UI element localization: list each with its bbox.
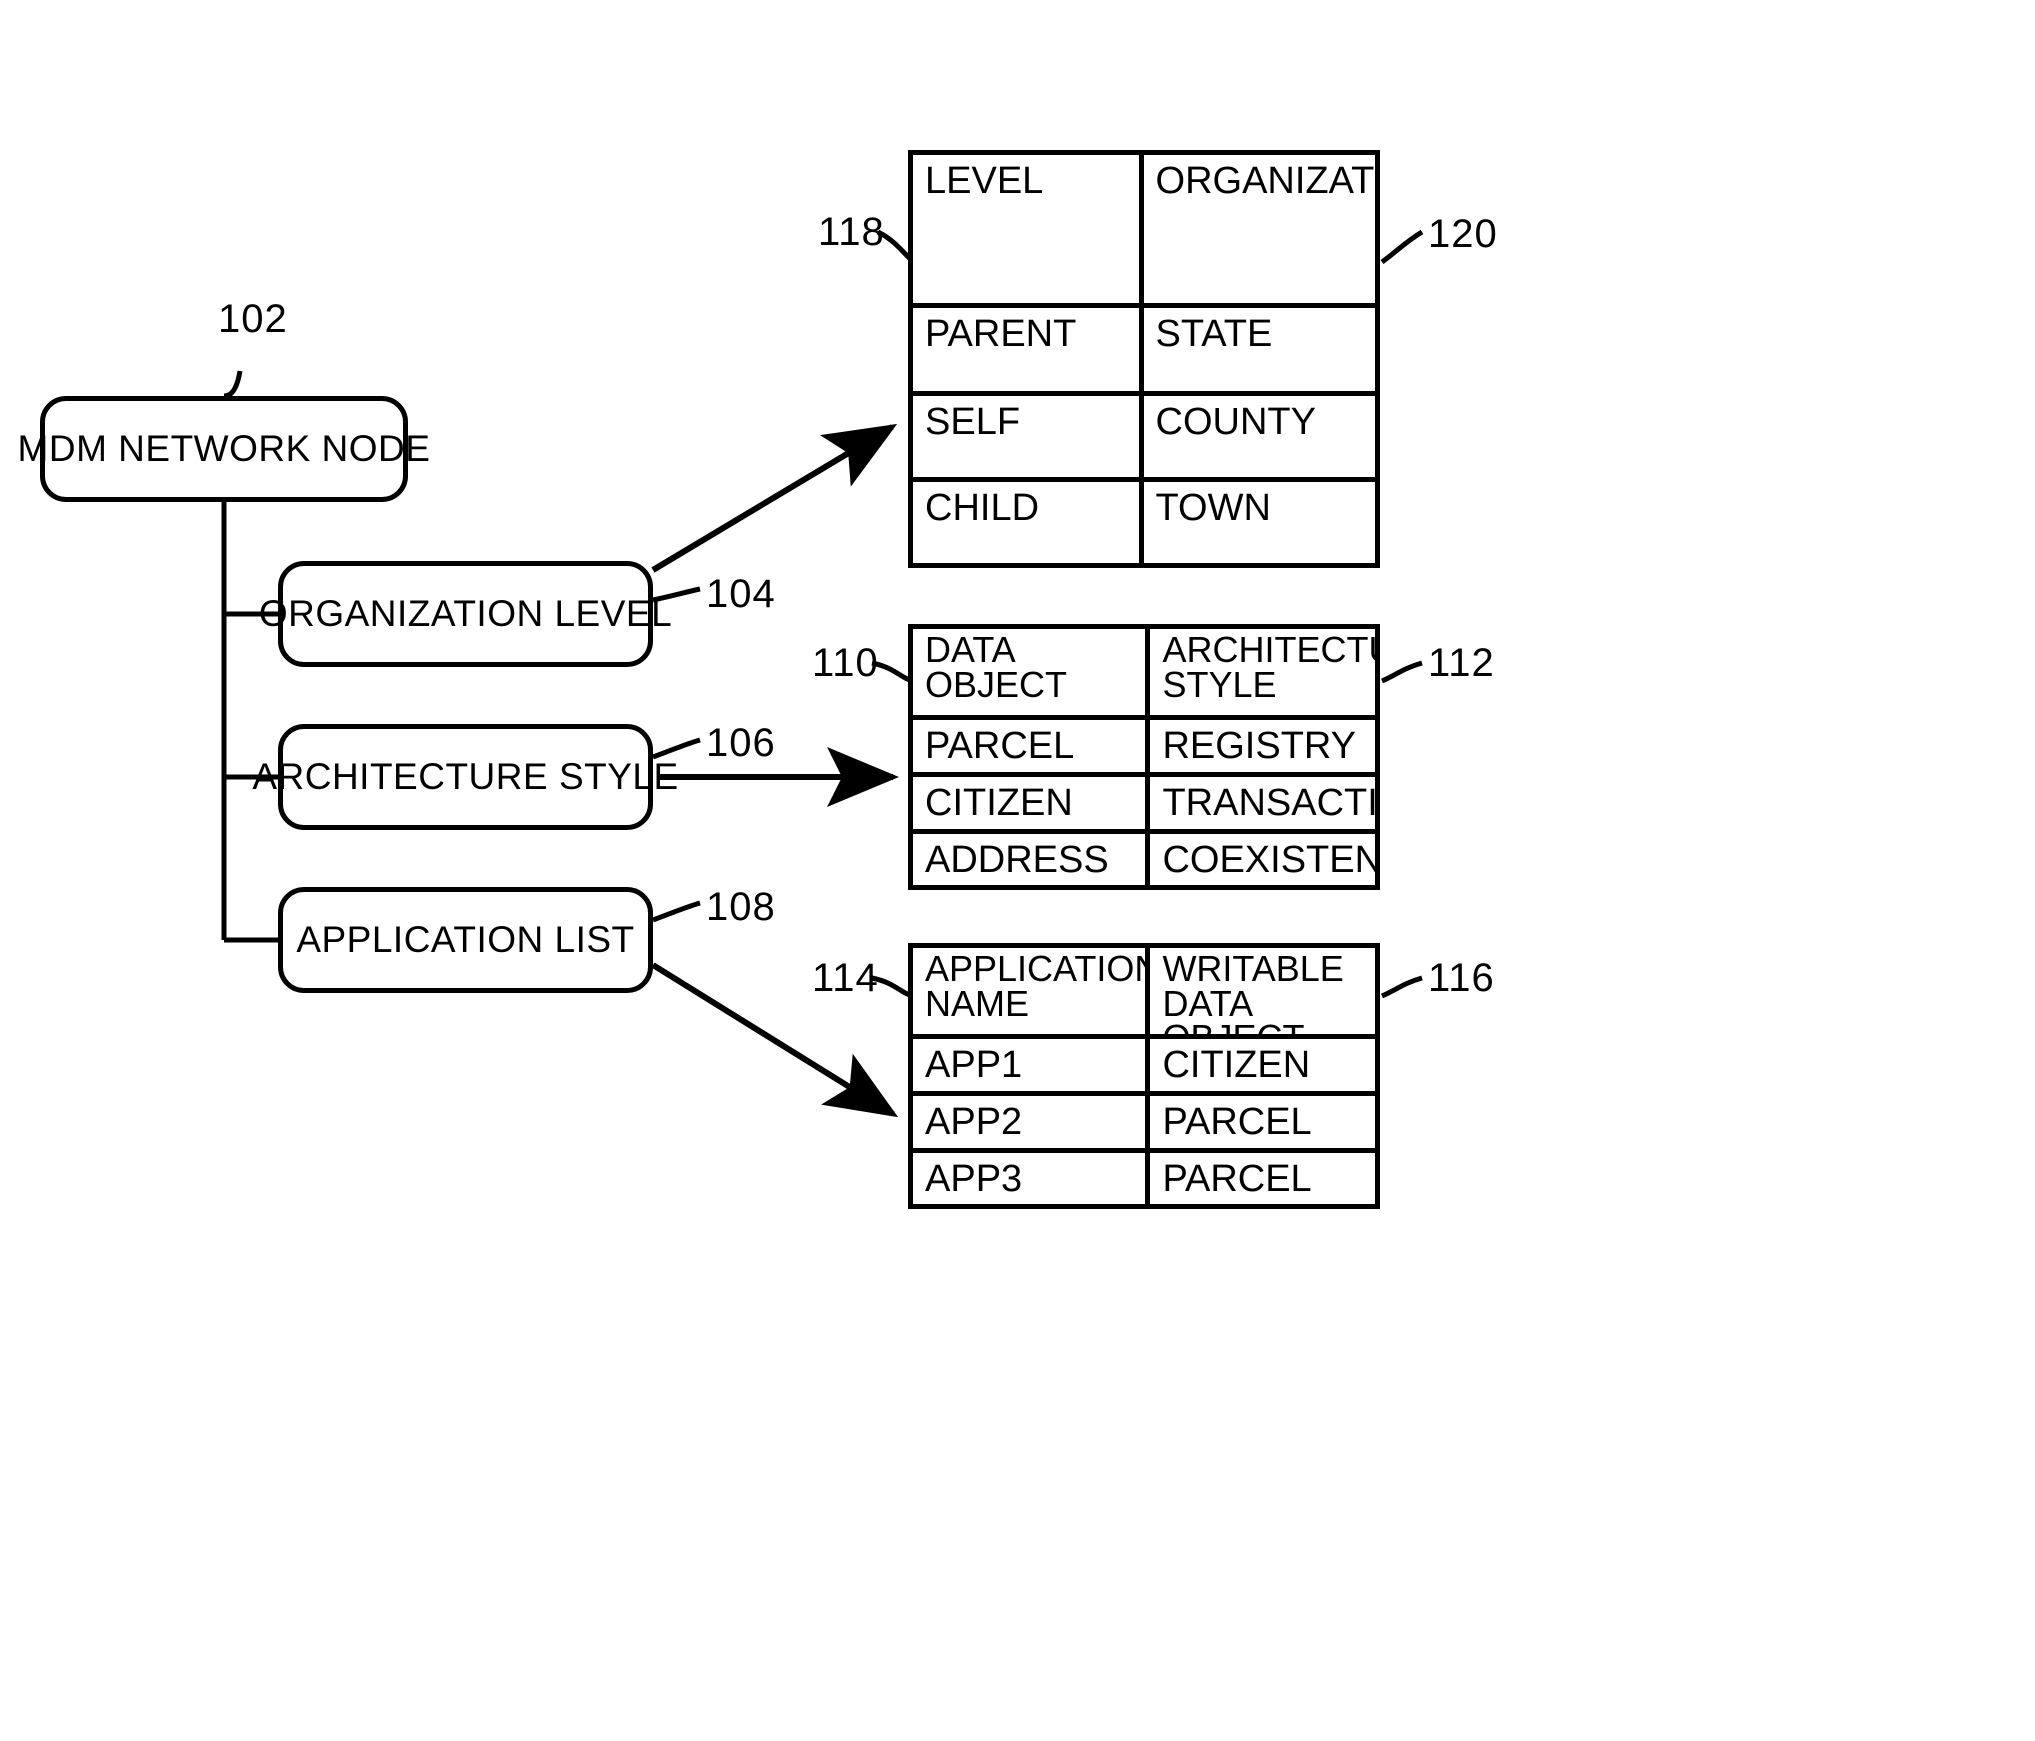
application-list-table: APPLICATION NAME WRITABLE DATA OBJECT LI…: [908, 943, 1380, 1209]
column-header-writable-data-object-list: WRITABLE DATA OBJECT LIST: [1162, 948, 1344, 1034]
reference-numeral-116: 116: [1428, 956, 1495, 1000]
cell-data-object: CITIZEN: [913, 777, 1151, 829]
cell-architecture-style: COEXISTENCE: [1162, 839, 1375, 881]
reference-numeral-104: 104: [706, 572, 776, 616]
node-mdm-network-node[interactable]: MDM NETWORK NODE: [18, 396, 430, 502]
patent-figure-canvas: MDM NETWORK NODE ORGANIZATION LEVEL ARCH…: [0, 0, 2035, 1741]
table-header-row: DATA OBJECT ARCHITECTURE STYLE: [913, 629, 1375, 715]
node-label: ARCHITECTURE STYLE: [252, 755, 679, 797]
node-label: ORGANIZATION LEVEL: [258, 592, 673, 634]
leader-106: [652, 737, 701, 760]
tree-trunk: [221, 502, 278, 943]
reference-numeral-112: 112: [1428, 641, 1495, 685]
node-label: MDM NETWORK NODE: [17, 427, 431, 469]
node-label: APPLICATION LIST: [296, 918, 635, 960]
cell-application-name: APP2: [913, 1096, 1151, 1148]
leader-116: [1381, 975, 1423, 999]
leader-120: [1380, 229, 1424, 265]
node-architecture-style[interactable]: ARCHITECTURE STYLE: [252, 724, 678, 830]
table-row: SELF COUNTY: [913, 391, 1375, 477]
cell-organization: STATE: [1155, 313, 1273, 355]
table-row: APP2 PARCEL: [913, 1091, 1375, 1148]
column-header-organization: ORGANIZATION: [1155, 160, 1375, 202]
table-row: APP3 PARCEL: [913, 1148, 1375, 1204]
cell-level: CHILD: [913, 482, 1144, 563]
reference-numeral-108: 108: [706, 885, 776, 929]
cell-writable-data-object: PARCEL: [1162, 1101, 1312, 1143]
cell-writable-data-object: CITIZEN: [1162, 1044, 1311, 1086]
organization-level-table: LEVEL ORGANIZATION PARENT STATE SELF COU…: [908, 150, 1380, 568]
reference-numeral-106: 106: [706, 721, 776, 765]
cell-application-name: APP1: [913, 1039, 1151, 1091]
leader-108: [652, 900, 701, 923]
reference-numeral-120: 120: [1428, 212, 1498, 256]
cell-data-object: PARCEL: [913, 720, 1151, 772]
leader-112: [1381, 660, 1423, 684]
table-row: APP1 CITIZEN: [913, 1034, 1375, 1091]
cell-organization: TOWN: [1155, 487, 1271, 529]
cell-level: SELF: [913, 396, 1144, 477]
table-row: ADDRESS COEXISTENCE: [913, 829, 1375, 885]
table-row: PARCEL REGISTRY: [913, 715, 1375, 772]
reference-numeral-110: 110: [812, 641, 879, 685]
cell-level: PARENT: [913, 308, 1144, 391]
cell-writable-data-object: PARCEL: [1162, 1158, 1312, 1200]
cell-architecture-style: REGISTRY: [1162, 725, 1357, 767]
cell-organization: COUNTY: [1155, 401, 1316, 443]
node-organization-level[interactable]: ORGANIZATION LEVEL: [259, 561, 672, 667]
column-header-level: LEVEL: [913, 155, 1144, 303]
column-header-architecture-style: ARCHITECTURE STYLE: [1162, 629, 1375, 705]
reference-numeral-118: 118: [818, 210, 885, 254]
column-header-data-object: DATA OBJECT: [913, 629, 1151, 715]
table-row: CHILD TOWN: [913, 477, 1375, 563]
table-row: CITIZEN TRANSACTION: [913, 772, 1375, 829]
architecture-style-table: DATA OBJECT ARCHITECTURE STYLE PARCEL RE…: [908, 624, 1380, 890]
reference-numeral-102: 102: [218, 297, 288, 341]
leader-102: [223, 370, 243, 399]
table-header-row: APPLICATION NAME WRITABLE DATA OBJECT LI…: [913, 948, 1375, 1034]
column-header-application-name: APPLICATION NAME: [913, 948, 1151, 1034]
node-application-list[interactable]: APPLICATION LIST: [278, 887, 653, 993]
cell-data-object: ADDRESS: [913, 834, 1151, 885]
reference-numeral-114: 114: [812, 956, 879, 1000]
arrow-org-to-table: [651, 423, 898, 573]
cell-architecture-style: TRANSACTION: [1162, 782, 1375, 824]
table-header-row: LEVEL ORGANIZATION: [913, 155, 1375, 303]
cell-application-name: APP3: [913, 1153, 1151, 1204]
table-row: PARENT STATE: [913, 303, 1375, 391]
